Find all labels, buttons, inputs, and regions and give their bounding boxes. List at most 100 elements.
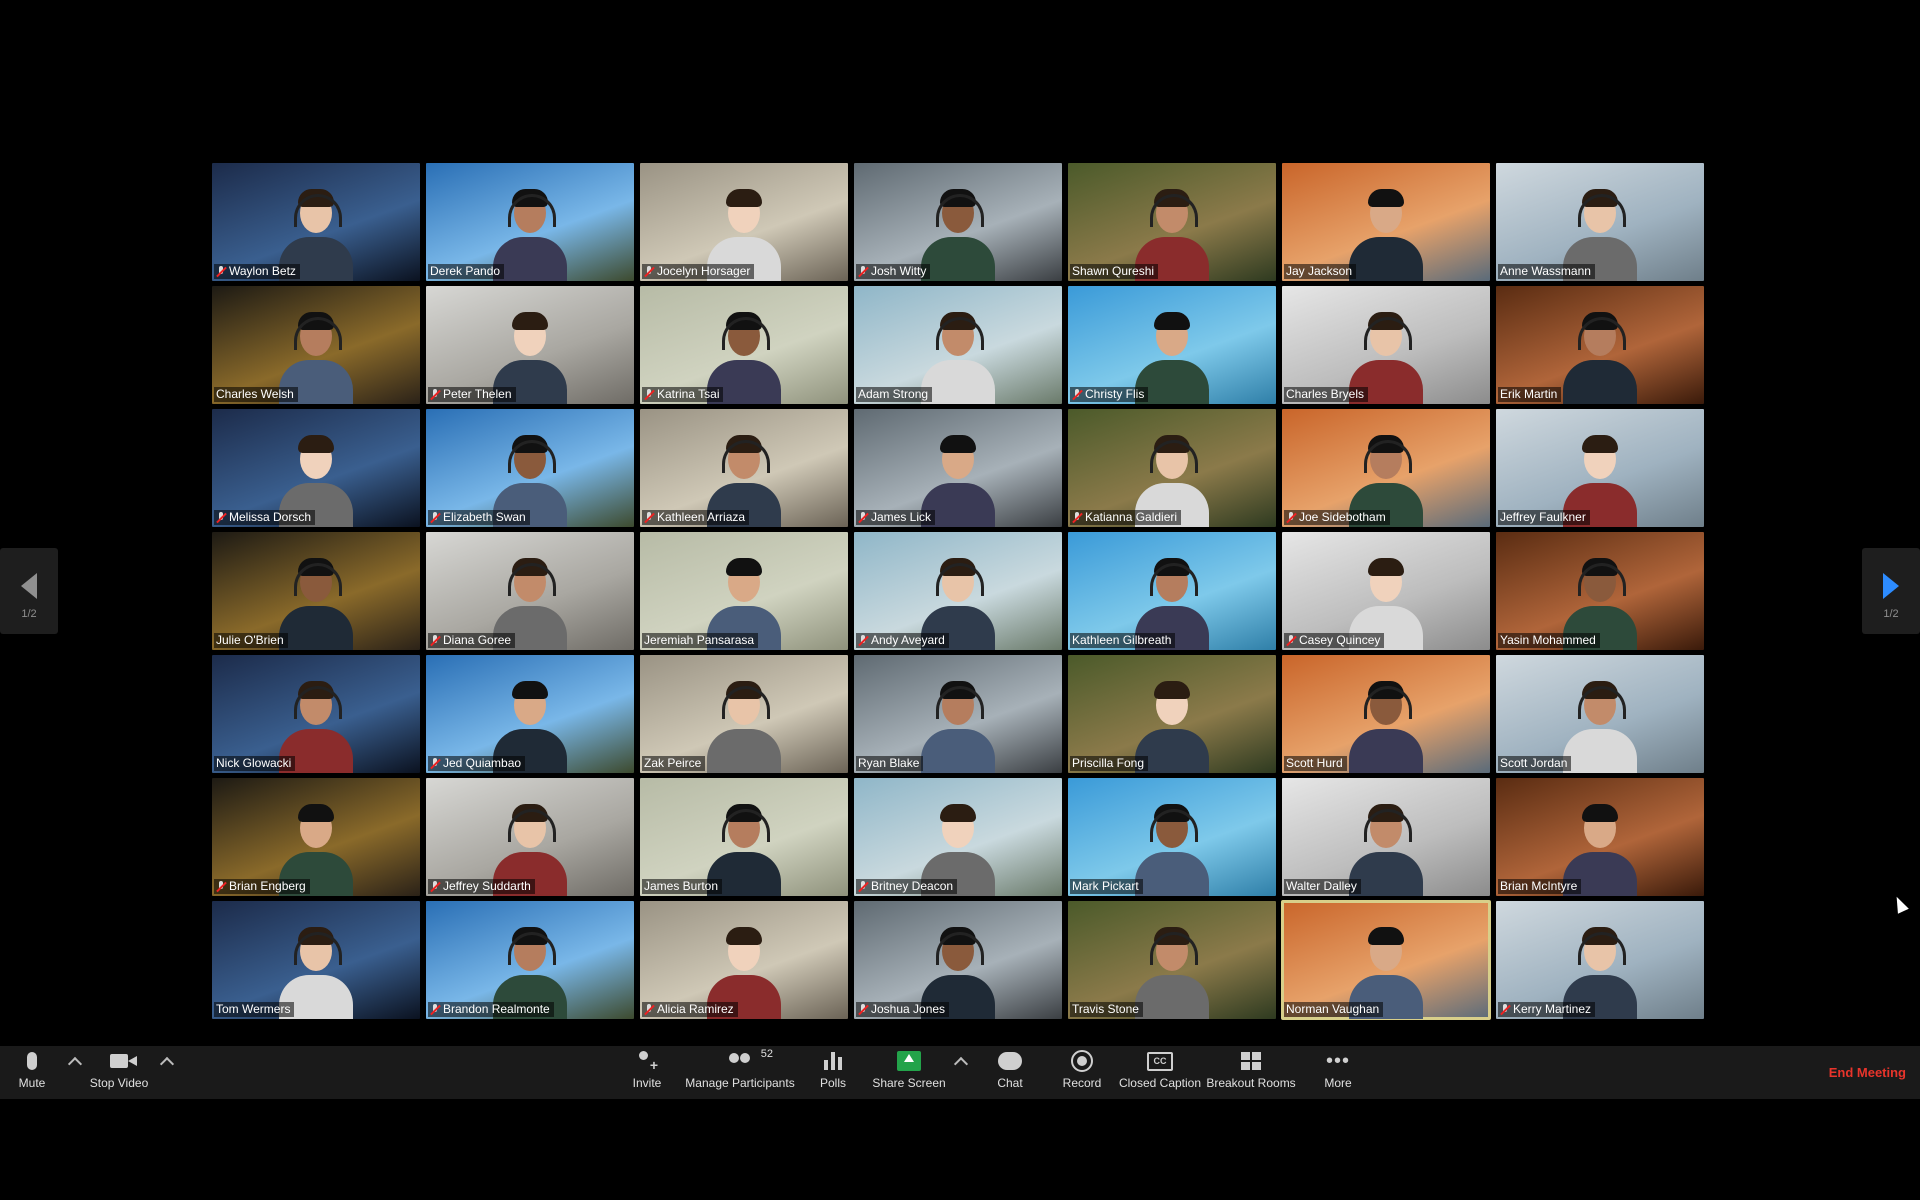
participant-video-tile[interactable]: Melissa Dorsch: [212, 409, 420, 527]
end-meeting-button[interactable]: End Meeting: [1829, 1046, 1906, 1099]
participant-video-tile[interactable]: Priscilla Fong: [1068, 655, 1276, 773]
participant-video-tile[interactable]: Casey Quincey: [1282, 532, 1490, 650]
record-button[interactable]: Record: [1063, 1046, 1101, 1099]
participant-name-label: Britney Deacon: [856, 879, 958, 894]
muted-microphone-icon: [858, 265, 868, 278]
mute-button[interactable]: Mute: [16, 1046, 48, 1099]
muted-microphone-icon: [858, 1003, 868, 1016]
participant-video-tile[interactable]: Zak Peirce: [640, 655, 848, 773]
participant-name: Josh Witty: [871, 264, 927, 278]
participant-video-tile[interactable]: Kerry Martinez: [1496, 901, 1704, 1019]
participant-name: Jeffrey Faulkner: [1500, 510, 1586, 524]
chat-bubble-icon: [998, 1052, 1022, 1070]
participant-name: Jeffrey Suddarth: [443, 879, 531, 893]
participant-video-tile[interactable]: Jocelyn Horsager: [640, 163, 848, 281]
participant-name-label: Jeremiah Pansarasa: [642, 633, 759, 648]
participant-video-tile[interactable]: Tom Wermers: [212, 901, 420, 1019]
polls-button[interactable]: Polls: [818, 1046, 848, 1099]
participant-video-tile[interactable]: Diana Goree: [426, 532, 634, 650]
participant-video-tile[interactable]: Brian McIntyre: [1496, 778, 1704, 896]
participant-video-tile[interactable]: Jeffrey Faulkner: [1496, 409, 1704, 527]
participant-video-tile[interactable]: Yasin Mohammed: [1496, 532, 1704, 650]
share-options-chevron-icon[interactable]: [953, 1056, 969, 1072]
participant-video-tile[interactable]: Alicia Ramirez: [640, 901, 848, 1019]
video-camera-icon: [110, 1054, 137, 1068]
participant-video-tile[interactable]: Christy Flis: [1068, 286, 1276, 404]
participant-video-tile[interactable]: Erik Martin: [1496, 286, 1704, 404]
participant-name-label: Andy Aveyard: [856, 633, 949, 648]
participant-video-tile[interactable]: Jeffrey Suddarth: [426, 778, 634, 896]
participant-video-feed: [921, 185, 995, 281]
participant-video-tile[interactable]: Travis Stone: [1068, 901, 1276, 1019]
participant-name: Andy Aveyard: [871, 633, 945, 647]
muted-microphone-icon: [644, 511, 654, 524]
participant-video-tile[interactable]: Nick Glowacki: [212, 655, 420, 773]
participant-video-tile[interactable]: Waylon Betz: [212, 163, 420, 281]
participant-video-tile[interactable]: Kathleen Gilbreath: [1068, 532, 1276, 650]
participant-name-label: Joshua Jones: [856, 1002, 950, 1017]
breakout-rooms-label: Breakout Rooms: [1206, 1076, 1296, 1090]
share-screen-button[interactable]: Share Screen: [872, 1046, 946, 1099]
participant-video-tile[interactable]: James Burton: [640, 778, 848, 896]
participant-video-tile[interactable]: Derek Pando: [426, 163, 634, 281]
participant-video-tile[interactable]: Julie O'Brien: [212, 532, 420, 650]
more-button[interactable]: ••• More: [1322, 1046, 1354, 1099]
manage-participants-button[interactable]: 52 Manage Participants: [685, 1046, 795, 1099]
participant-video-tile[interactable]: Joshua Jones: [854, 901, 1062, 1019]
participant-video-tile[interactable]: Jed Quiambao: [426, 655, 634, 773]
participant-video-tile[interactable]: Ryan Blake: [854, 655, 1062, 773]
participant-video-feed: [1349, 677, 1423, 773]
participant-name-label: James Lick: [856, 510, 936, 525]
participant-video-tile[interactable]: Britney Deacon: [854, 778, 1062, 896]
participant-video-tile[interactable]: Mark Pickart: [1068, 778, 1276, 896]
manage-participants-label: Manage Participants: [685, 1076, 795, 1090]
stop-video-button[interactable]: Stop Video: [88, 1046, 150, 1099]
participant-video-tile[interactable]: Shawn Qureshi: [1068, 163, 1276, 281]
participant-video-tile[interactable]: Jeremiah Pansarasa: [640, 532, 848, 650]
participant-name: Casey Quincey: [1299, 633, 1381, 647]
participant-video-tile[interactable]: Josh Witty: [854, 163, 1062, 281]
participant-name: Mark Pickart: [1072, 879, 1139, 893]
participant-name-label: Kathleen Arriaza: [642, 510, 750, 525]
participant-video-tile[interactable]: Scott Hurd: [1282, 655, 1490, 773]
participant-video-tile[interactable]: Walter Dalley: [1282, 778, 1490, 896]
closed-caption-button[interactable]: CC Closed Caption: [1119, 1046, 1201, 1099]
participant-video-tile[interactable]: Kathleen Arriaza: [640, 409, 848, 527]
participant-name-label: Nick Glowacki: [214, 756, 296, 771]
participant-name-label: Josh Witty: [856, 264, 931, 279]
participant-video-tile[interactable]: Andy Aveyard: [854, 532, 1062, 650]
participant-video-tile[interactable]: Norman Vaughan: [1281, 900, 1491, 1020]
page-indicator: 1/2: [1883, 608, 1899, 620]
participant-name: Anne Wassmann: [1500, 264, 1591, 278]
muted-microphone-icon: [1500, 1003, 1510, 1016]
chat-button[interactable]: Chat: [995, 1046, 1025, 1099]
invite-button[interactable]: Invite: [630, 1046, 664, 1099]
participant-video-tile[interactable]: Jay Jackson: [1282, 163, 1490, 281]
participant-video-tile[interactable]: Brandon Realmonte: [426, 901, 634, 1019]
audio-options-chevron-icon[interactable]: [67, 1056, 83, 1072]
participant-name: Jed Quiambao: [443, 756, 522, 770]
participant-name: James Lick: [871, 510, 932, 524]
muted-microphone-icon: [858, 634, 868, 647]
participant-video-tile[interactable]: Katianna Galdieri: [1068, 409, 1276, 527]
participant-video-tile[interactable]: James Lick: [854, 409, 1062, 527]
participant-video-tile[interactable]: Peter Thelen: [426, 286, 634, 404]
participant-video-tile[interactable]: Brian Engberg: [212, 778, 420, 896]
next-page-button[interactable]: 1/2: [1862, 548, 1920, 634]
page-indicator: 1/2: [21, 608, 37, 620]
participant-video-tile[interactable]: Charles Welsh: [212, 286, 420, 404]
participant-name-label: Joe Sidebotham: [1284, 510, 1390, 525]
participant-video-tile[interactable]: Elizabeth Swan: [426, 409, 634, 527]
participant-video-tile[interactable]: Adam Strong: [854, 286, 1062, 404]
breakout-rooms-button[interactable]: Breakout Rooms: [1206, 1046, 1296, 1099]
participant-video-tile[interactable]: Anne Wassmann: [1496, 163, 1704, 281]
muted-microphone-icon: [1286, 511, 1296, 524]
participant-video-tile[interactable]: Joe Sidebotham: [1282, 409, 1490, 527]
participant-video-tile[interactable]: Charles Bryels: [1282, 286, 1490, 404]
video-options-chevron-icon[interactable]: [159, 1056, 175, 1072]
participant-video-tile[interactable]: Scott Jordan: [1496, 655, 1704, 773]
add-person-icon: [636, 1051, 658, 1073]
previous-page-button[interactable]: 1/2: [0, 548, 58, 634]
participant-video-tile[interactable]: Katrina Tsai: [640, 286, 848, 404]
participant-video-feed: [921, 308, 995, 404]
